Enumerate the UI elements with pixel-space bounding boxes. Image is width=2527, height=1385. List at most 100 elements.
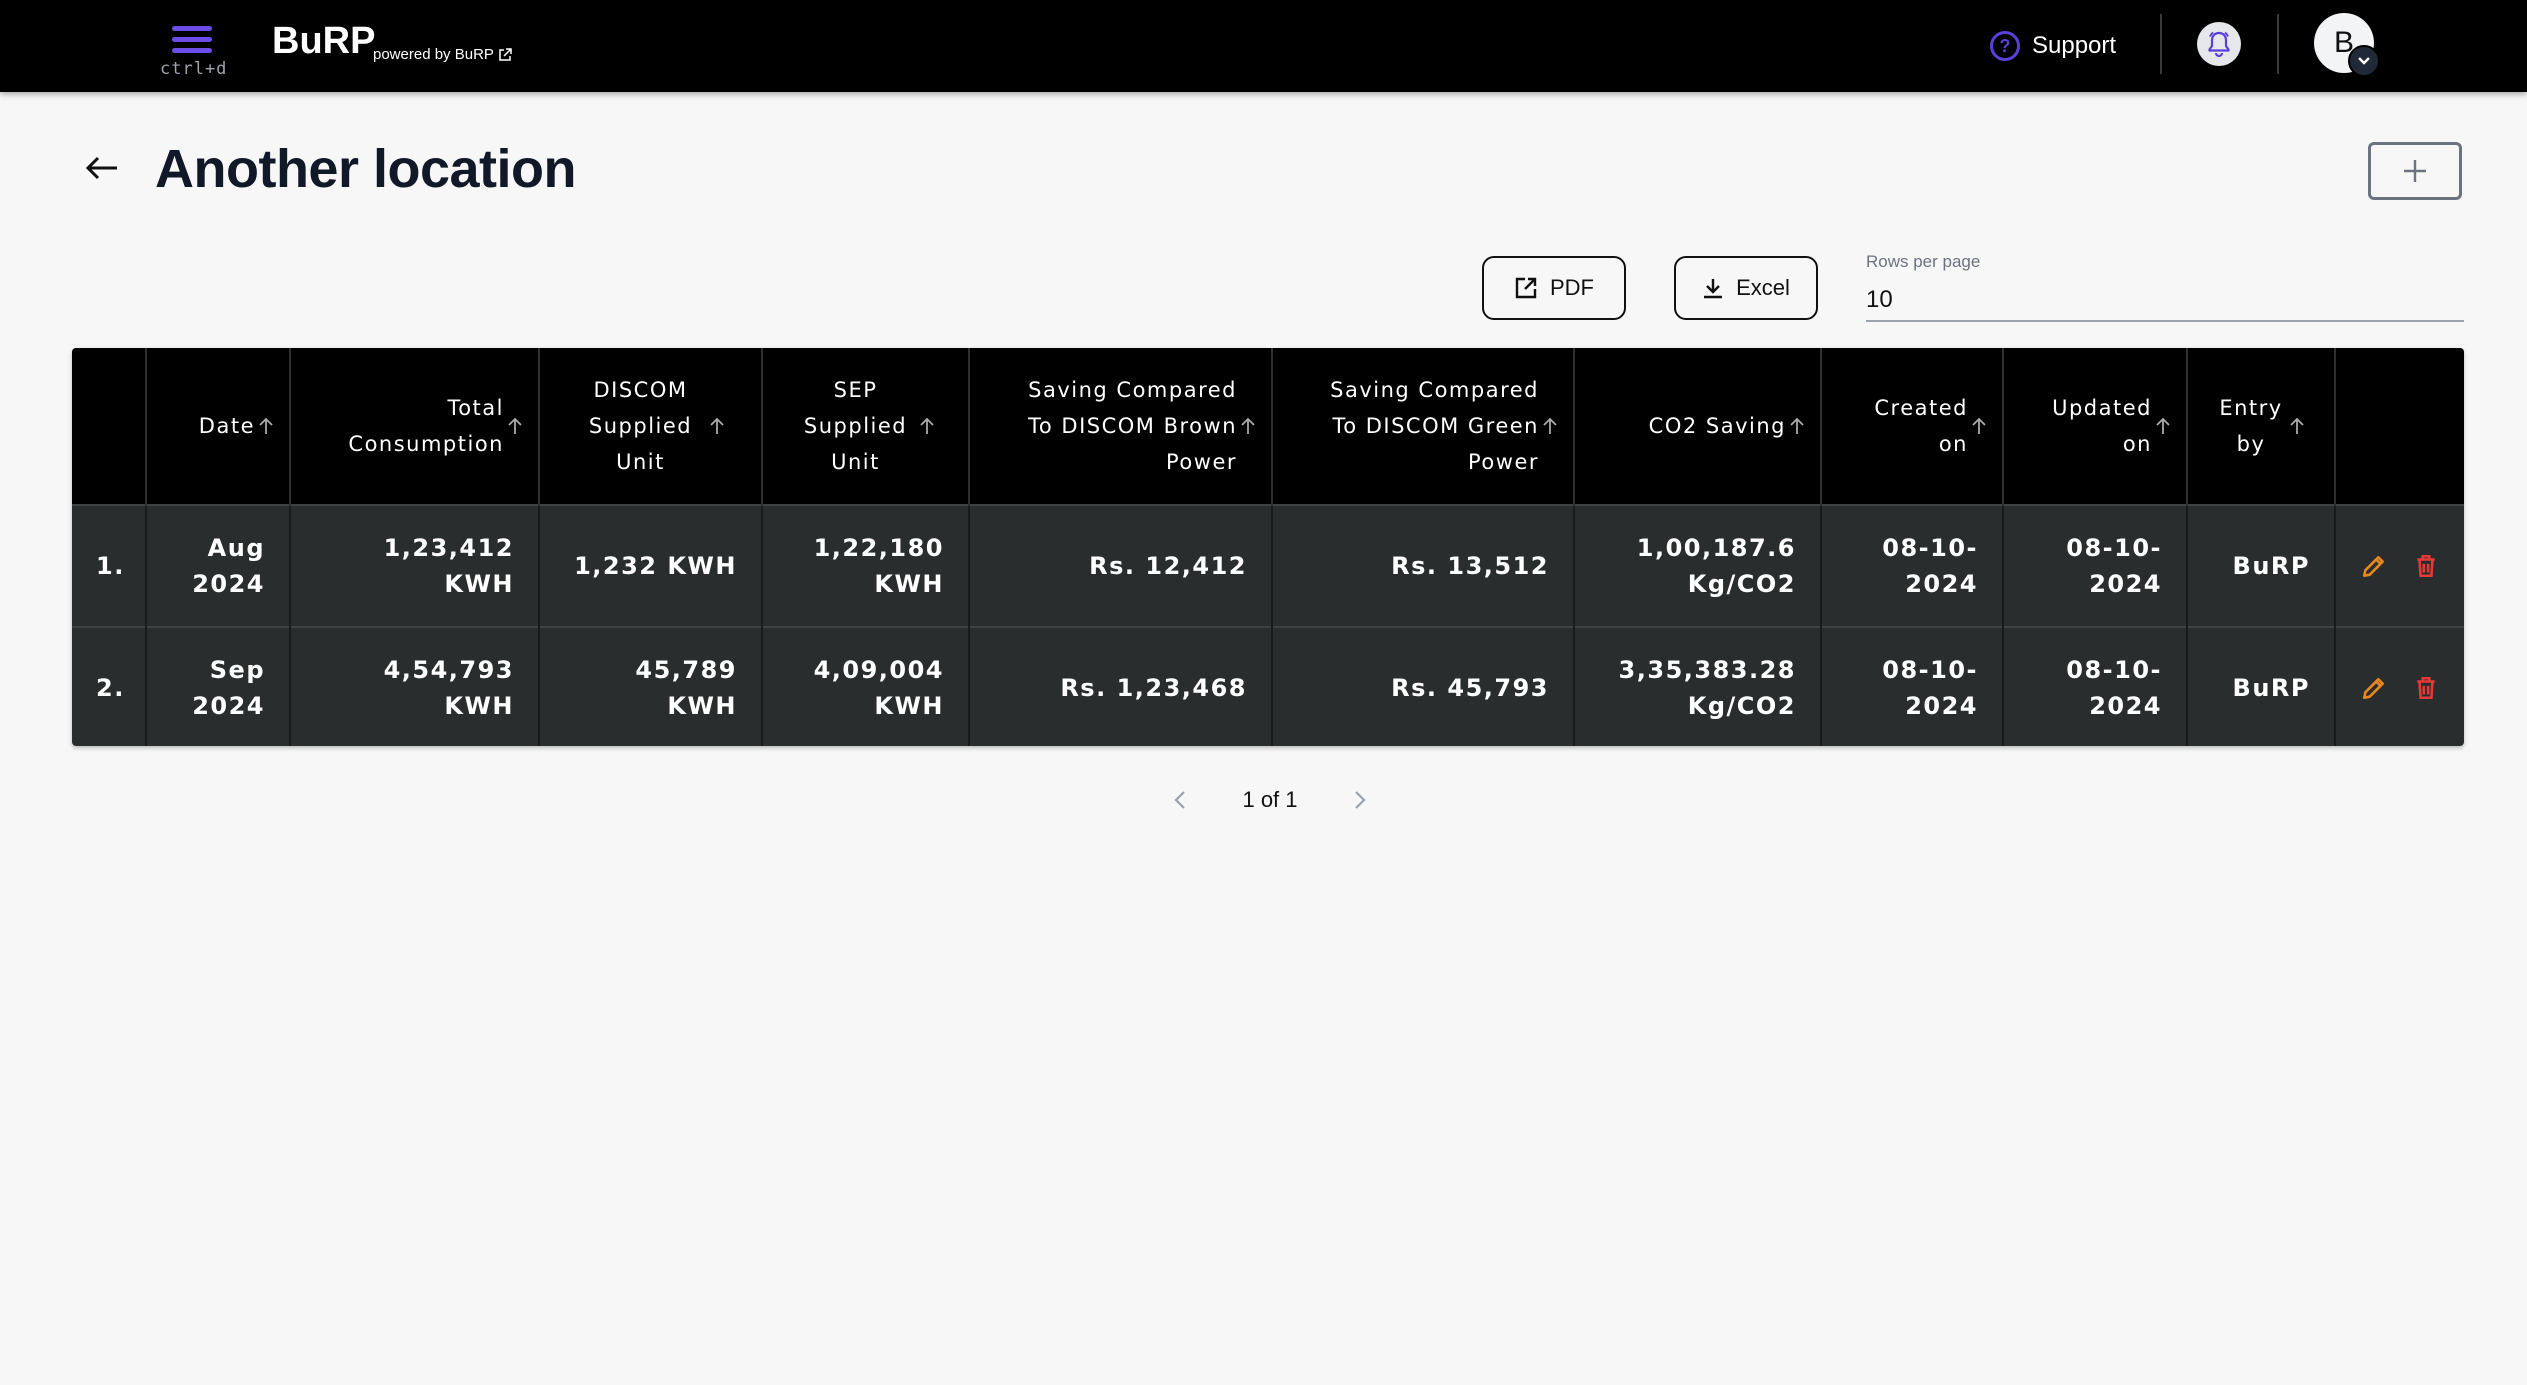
- page-title: Another location: [155, 139, 577, 199]
- open-in-new-icon: [1515, 277, 1537, 299]
- cell-date: Aug 2024: [146, 504, 291, 627]
- help-icon: ?: [1990, 31, 2020, 61]
- rows-per-page-label: Rows per page: [1866, 252, 1981, 271]
- cell-created-on: 08-10-2024: [1821, 626, 2004, 746]
- column-header-label: SEP Supplied Unit: [803, 378, 908, 474]
- table-header-row: Date Total Consumption DISCOM Supplied U…: [72, 348, 2464, 505]
- cell-updated-on: 08-10-2024: [2003, 504, 2188, 627]
- edit-icon[interactable]: [2361, 553, 2387, 579]
- column-header-co2-saving[interactable]: CO2 Saving: [1574, 348, 1822, 505]
- sort-arrow-icon: [508, 417, 522, 434]
- hamburger-icon: [172, 26, 212, 31]
- table-row: 2. Sep 2024 4,54,793 KWH 45,789 KWH 4,09…: [72, 626, 2464, 746]
- column-header-label: Updated on: [2052, 396, 2152, 456]
- column-header-discom-supplied-unit[interactable]: DISCOM Supplied Unit: [539, 348, 763, 505]
- cell-discom-supplied: 1,232 KWH: [539, 504, 763, 627]
- data-table: Date Total Consumption DISCOM Supplied U…: [72, 348, 2464, 746]
- page-indicator: 1 of 1: [1242, 787, 1298, 812]
- brand-logo: BuRP: [272, 20, 376, 62]
- pagination: 1 of 1: [1160, 778, 1380, 822]
- column-header-created-on[interactable]: Created on: [1821, 348, 2004, 505]
- column-header-saving-brown[interactable]: Saving Compared To DISCOM Brown Power: [969, 348, 1273, 505]
- column-header-actions: [2335, 348, 2464, 505]
- cell-total-consumption: 4,54,793 KWH: [290, 626, 540, 746]
- cell-saving-green: Rs. 45,793: [1272, 626, 1575, 746]
- cell-co2-saving: 3,35,383.28 Kg/CO2: [1574, 626, 1822, 746]
- cell-co2-saving: 1,00,187.6 Kg/CO2: [1574, 504, 1822, 627]
- menu-shortcut-hint: ctrl+d: [160, 59, 228, 79]
- column-header-label: Total Consumption: [348, 396, 504, 456]
- cell-saving-green: Rs. 13,512: [1272, 504, 1575, 627]
- hamburger-icon-line: [172, 37, 212, 42]
- cell-total-consumption: 1,23,412 KWH: [290, 504, 540, 627]
- hamburger-icon-line: [172, 48, 212, 53]
- export-excel-button[interactable]: Excel: [1674, 256, 1818, 320]
- sort-arrow-icon: [2290, 417, 2304, 434]
- pdf-label: PDF: [1550, 275, 1594, 300]
- support-button[interactable]: ? Support: [1990, 26, 2116, 66]
- powered-by-link[interactable]: powered by BuRP: [373, 46, 512, 63]
- sort-arrow-icon: [1543, 417, 1557, 434]
- external-link-icon: [499, 47, 512, 61]
- chevron-down-icon: [2348, 45, 2380, 77]
- delete-icon[interactable]: [2413, 553, 2439, 579]
- column-header-sep-supplied-unit[interactable]: SEP Supplied Unit: [762, 348, 970, 505]
- download-icon: [1704, 279, 1723, 299]
- cell-entry-by: BuRP: [2187, 504, 2336, 627]
- column-header-label: Created on: [1874, 396, 1968, 456]
- table-row: 1. Aug 2024 1,23,412 KWH 1,232 KWH 1,22,…: [72, 504, 2464, 627]
- cell-actions: [2335, 626, 2464, 746]
- row-index: 1.: [72, 504, 147, 627]
- sort-arrow-icon: [259, 417, 273, 434]
- arrow-left-icon: [85, 156, 117, 180]
- cell-created-on: 08-10-2024: [1821, 504, 2004, 627]
- previous-page-button[interactable]: [1160, 780, 1200, 820]
- export-pdf-button[interactable]: PDF: [1482, 256, 1626, 320]
- avatar[interactable]: B: [2314, 13, 2380, 77]
- cell-updated-on: 08-10-2024: [2003, 626, 2188, 746]
- excel-label: Excel: [1736, 275, 1790, 300]
- bell-icon: [2208, 31, 2230, 58]
- sort-arrow-icon: [2156, 417, 2170, 434]
- column-header-total-consumption[interactable]: Total Consumption: [290, 348, 540, 505]
- edit-icon[interactable]: [2361, 675, 2387, 701]
- column-header-label: Saving Compared To DISCOM Green Power: [1330, 378, 1539, 474]
- cell-discom-supplied: 45,789 KWH: [539, 626, 763, 746]
- row-index: 2.: [72, 626, 147, 746]
- column-header-updated-on[interactable]: Updated on: [2003, 348, 2188, 505]
- cell-saving-brown: Rs. 1,23,468: [969, 626, 1273, 746]
- back-button[interactable]: [80, 146, 124, 190]
- sort-arrow-icon: [1972, 417, 1986, 434]
- divider: [2160, 14, 2162, 74]
- plus-icon: [2404, 160, 2426, 182]
- sort-arrow-icon: [1241, 417, 1255, 434]
- column-header-label: DISCOM Supplied Unit: [588, 378, 693, 474]
- cell-entry-by: BuRP: [2187, 626, 2336, 746]
- top-bar: ctrl+d BuRP powered by BuRP ? Support B: [0, 0, 2527, 92]
- column-header-index: [72, 348, 147, 505]
- column-header-date[interactable]: Date: [146, 348, 291, 505]
- powered-by-label: powered by BuRP: [373, 46, 494, 63]
- divider: [2277, 14, 2279, 74]
- next-page-button[interactable]: [1340, 780, 1380, 820]
- column-header-label: Entry by: [2219, 396, 2283, 456]
- cell-sep-supplied: 1,22,180 KWH: [762, 504, 970, 627]
- rows-per-page-select[interactable]: 10: [1866, 276, 2464, 322]
- column-header-entry-by[interactable]: Entry by: [2187, 348, 2336, 505]
- cell-date: Sep 2024: [146, 626, 291, 746]
- add-entry-button[interactable]: [2368, 142, 2462, 200]
- column-header-label: CO2 Saving: [1648, 414, 1786, 438]
- cell-actions: [2335, 504, 2464, 627]
- delete-icon[interactable]: [2413, 675, 2439, 701]
- sort-arrow-icon: [1790, 417, 1804, 434]
- cell-saving-brown: Rs. 12,412: [969, 504, 1273, 627]
- sort-arrow-icon: [709, 417, 724, 434]
- column-header-saving-green[interactable]: Saving Compared To DISCOM Green Power: [1272, 348, 1575, 505]
- menu-button[interactable]: ctrl+d: [160, 22, 226, 82]
- notifications-button[interactable]: [2197, 22, 2241, 66]
- column-header-label: Saving Compared To DISCOM Brown Power: [1028, 378, 1237, 474]
- sort-arrow-icon: [919, 417, 934, 434]
- cell-sep-supplied: 4,09,004 KWH: [762, 626, 970, 746]
- column-header-label: Date: [198, 414, 255, 438]
- support-label: Support: [2032, 32, 2117, 59]
